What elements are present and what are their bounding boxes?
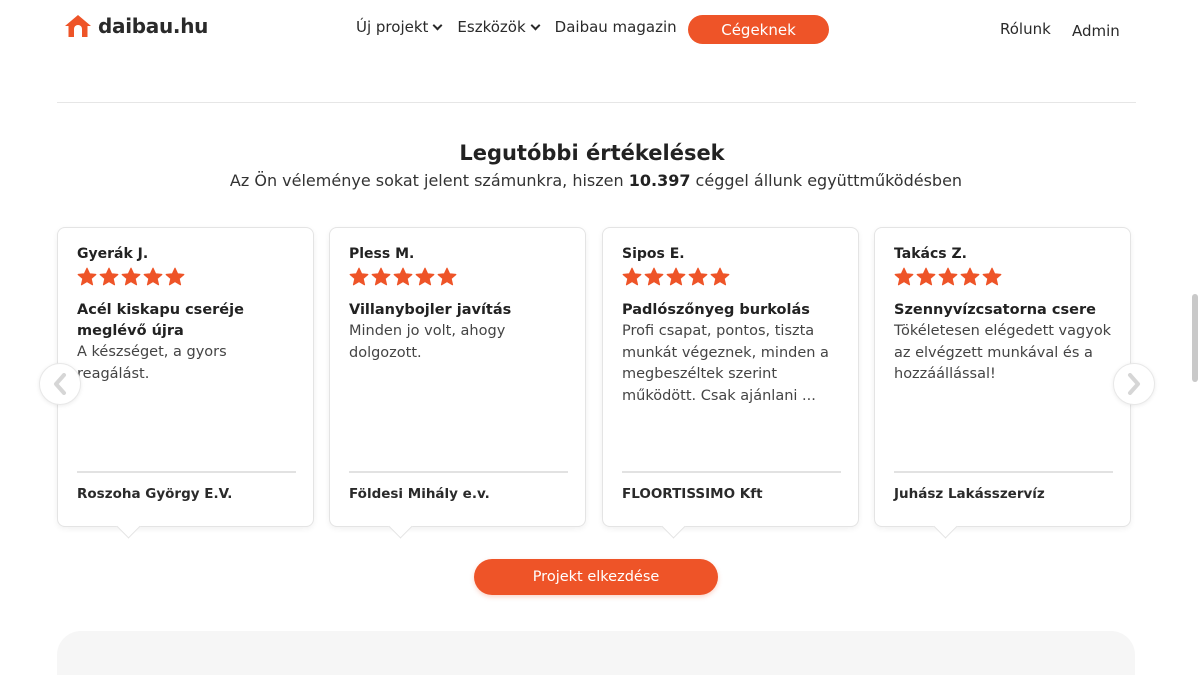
star-icon — [143, 267, 163, 289]
admin-link[interactable]: Admin — [1072, 22, 1120, 40]
star-icon — [644, 267, 664, 289]
review-card: Sipos E. Padlószőnyeg burkolás Profi csa… — [602, 227, 859, 527]
nav-item-label: Új projekt — [356, 18, 429, 36]
header-divider — [57, 102, 1136, 103]
card-divider — [349, 471, 568, 473]
section-title: Legutóbbi értékelések — [459, 141, 725, 165]
reviewer-name: Takács Z. — [894, 246, 967, 262]
company-name[interactable]: Földesi Mihály e.v. — [349, 486, 490, 502]
star-rating — [349, 267, 569, 289]
star-icon — [916, 267, 936, 289]
review-card: Pless M. Villanybojler javítás Minden jo… — [329, 227, 586, 527]
review-title: Szennyvízcsatorna csere — [894, 302, 1096, 318]
main-nav: Új projekt Eszközök Daibau magazin — [356, 18, 693, 36]
star-icon — [982, 267, 1002, 289]
review-text: Profi csapat, pontos, tiszta munkát vége… — [622, 323, 829, 404]
review-card: Gyerák J. Acél kiskapu cseréje meglévő ú… — [57, 227, 314, 527]
star-rating — [622, 267, 842, 289]
review-card: Takács Z. Szennyvízcsatorna csere Tökéle… — [874, 227, 1131, 527]
star-icon — [415, 267, 435, 289]
star-icon — [371, 267, 391, 289]
company-name[interactable]: Juhász Lakásszervíz — [894, 486, 1045, 502]
site-header: daibau.hu Új projekt Eszközök Daibau mag… — [0, 0, 1200, 60]
reviewer-name: Sipos E. — [622, 246, 685, 262]
reviewer-name: Gyerák J. — [77, 246, 149, 262]
nav-item-uj-projekt[interactable]: Új projekt — [356, 18, 443, 36]
review-text: Tökéletesen elégedett vagyok az elvégzet… — [894, 323, 1112, 382]
card-divider — [622, 471, 841, 473]
star-rating — [894, 267, 1114, 289]
star-icon — [688, 267, 708, 289]
review-title: Acél kiskapu cseréje meglévő újra — [77, 302, 244, 339]
company-name[interactable]: FLOORTISSIMO Kft — [622, 486, 763, 502]
review-title: Villanybojler javítás — [349, 302, 512, 318]
review-text: A készséget, a gyors reagálást. — [77, 344, 227, 382]
nav-item-eszkozok[interactable]: Eszközök — [457, 18, 541, 36]
star-icon — [437, 267, 457, 289]
review-title: Padlószőnyeg burkolás — [622, 302, 810, 318]
chevron-down-icon — [530, 20, 541, 30]
chevron-left-icon — [52, 373, 68, 395]
house-logo-icon — [64, 14, 92, 38]
nav-item-label: Daibau magazin — [554, 18, 677, 36]
review-text: Minden jo volt, ahogy dolgozott. — [349, 323, 506, 361]
partner-count: 10.397 — [628, 171, 691, 190]
next-section-panel — [57, 631, 1135, 675]
page-scrollbar[interactable] — [1192, 294, 1198, 382]
star-icon — [165, 267, 185, 289]
star-rating — [77, 267, 297, 289]
rolunk-link[interactable]: Rólunk — [1000, 20, 1051, 38]
star-icon — [121, 267, 141, 289]
reviewer-name: Pless M. — [349, 246, 415, 262]
start-project-button[interactable]: Projekt elkezdése — [474, 559, 718, 595]
nav-item-daibau-magazin[interactable]: Daibau magazin — [555, 18, 677, 36]
logo-text: daibau.hu — [98, 14, 209, 38]
star-icon — [960, 267, 980, 289]
subtitle-text-after: céggel állunk együttműködésben — [690, 171, 963, 190]
star-icon — [622, 267, 642, 289]
star-icon — [77, 267, 97, 289]
subtitle-text-before: Az Ön véleménye sokat jelent számunkra, … — [229, 171, 629, 190]
card-divider — [77, 471, 296, 473]
carousel-prev-button[interactable] — [39, 363, 81, 405]
section-subtitle: Az Ön véleménye sokat jelent számunkra, … — [0, 171, 1192, 190]
star-icon — [99, 267, 119, 289]
logo[interactable]: daibau.hu — [64, 14, 208, 38]
card-divider — [894, 471, 1113, 473]
star-icon — [710, 267, 730, 289]
star-icon — [349, 267, 369, 289]
company-name[interactable]: Roszoha György E.V. — [77, 486, 232, 502]
chevron-right-icon — [1126, 373, 1142, 395]
carousel-next-button[interactable] — [1113, 363, 1155, 405]
nav-item-label: Eszközök — [457, 18, 526, 36]
cegeknek-button[interactable]: Cégeknek — [688, 15, 829, 44]
star-icon — [938, 267, 958, 289]
star-icon — [393, 267, 413, 289]
chevron-down-icon — [432, 20, 443, 30]
star-icon — [894, 267, 914, 289]
star-icon — [666, 267, 686, 289]
